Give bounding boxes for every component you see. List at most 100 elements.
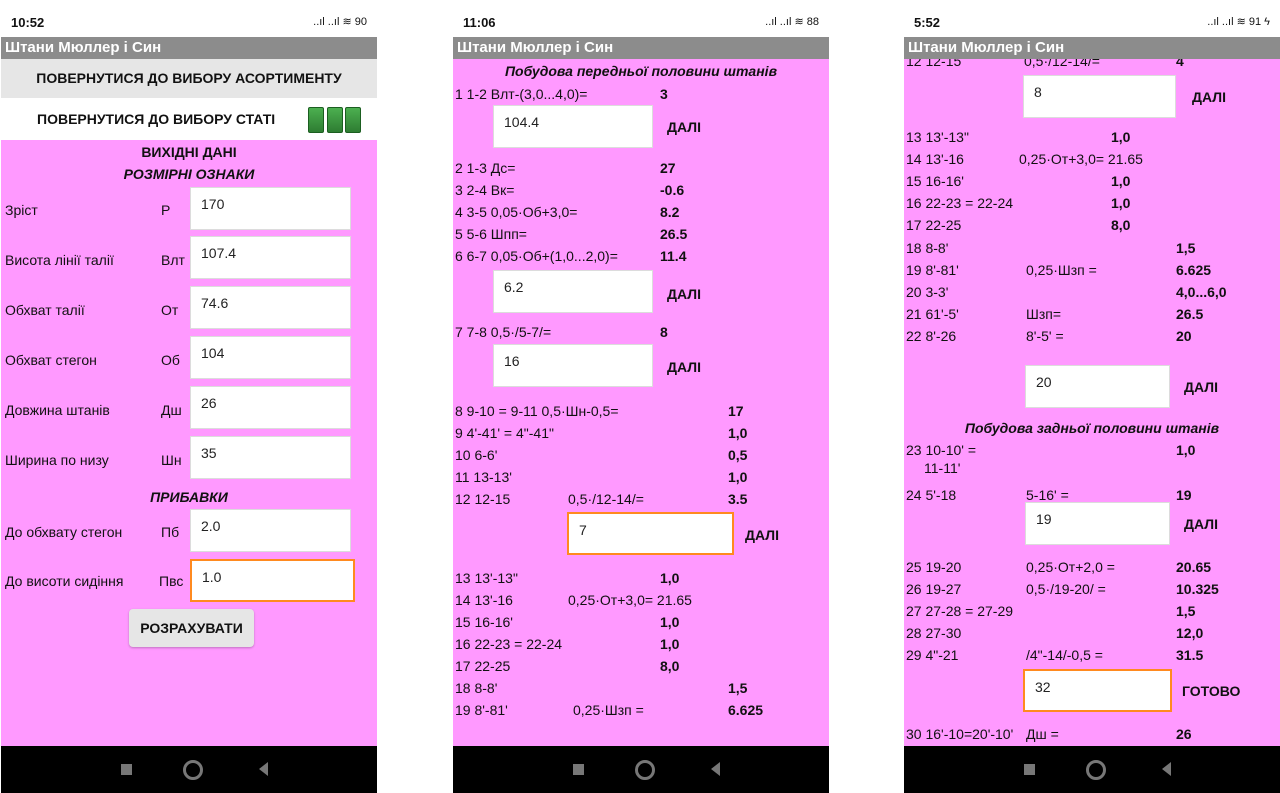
row-21-label: 21 61'-5' — [906, 306, 959, 322]
row-27-label: 27 27-28 = 27-29 — [906, 603, 1014, 619]
row-19-formula: 0,25·Шзп = — [1026, 262, 1097, 278]
row-6-label: 6 6-7 0,05·Об+(1,0...2,0)= — [455, 248, 618, 264]
front-heading: Побудова передньої половини штанів — [504, 63, 778, 79]
hips-input[interactable]: 104 — [190, 336, 351, 379]
next-button-4[interactable]: ДАЛІ — [745, 527, 779, 543]
status-bar: 5:52 ..ıl ..ıl ≋ 91 ϟ — [904, 8, 1280, 37]
home-icon[interactable] — [183, 760, 203, 780]
step-input-3[interactable]: 19 — [1025, 502, 1170, 545]
row-11-label: 11 13-13' — [455, 469, 512, 485]
row-7-value: 8 — [660, 324, 668, 340]
row-19-label: 19 8'-81' — [906, 262, 959, 278]
row-18-value: 1,5 — [1176, 240, 1196, 256]
field-label-hips: Обхват стегон — [5, 352, 97, 368]
row-12-label: 12 12-15 — [455, 491, 511, 507]
back-construction: 12 12-15 0,5·/12-14/= 4 8 ДАЛІ 13 13'-13… — [904, 59, 1280, 746]
row-14-label: 14 13'-16 — [455, 592, 513, 608]
row-21-value: 26.5 — [1176, 306, 1204, 322]
home-icon[interactable] — [1086, 760, 1106, 780]
phone-screen-back: 5:52 ..ıl ..ıl ≋ 91 ϟ Штани Мюллер і Син… — [904, 8, 1280, 793]
books-icon — [327, 107, 343, 133]
phone-screen-input: 10:52 ..ıl ..ıl ≋ 90 Штани Мюллер і Син … — [1, 8, 377, 793]
field-abbr-hip-allowance: Пб — [161, 524, 180, 540]
row-5-value: 26.5 — [660, 226, 688, 242]
home-icon[interactable] — [635, 760, 655, 780]
row-18-value: 1,5 — [728, 680, 748, 696]
recents-icon[interactable] — [121, 764, 132, 775]
row-1-value: 3 — [660, 86, 668, 102]
step-input-1[interactable]: 104.4 — [493, 105, 653, 148]
back-icon[interactable] — [711, 762, 720, 776]
bottom-width-input[interactable]: 35 — [190, 436, 351, 479]
row-17-label: 17 22-25 — [455, 658, 511, 674]
row-3-label: 3 2-4 Вк= — [455, 182, 515, 198]
row-16-label: 16 22-23 = 22-24 — [455, 636, 563, 652]
row-19-value: 6.625 — [728, 702, 764, 718]
field-abbr-hips: Об — [161, 352, 180, 368]
row-2-label: 2 1-3 Дс= — [455, 160, 516, 176]
step-input-4[interactable]: 7 — [567, 512, 734, 555]
row-10-value: 0,5 — [728, 447, 748, 463]
row-13-value: 1,0 — [1111, 129, 1131, 145]
section-dims-heading: РОЗМІРНІ ОЗНАКИ — [123, 166, 255, 182]
recents-icon[interactable] — [573, 764, 584, 775]
step-input-1[interactable]: 8 — [1023, 75, 1176, 118]
hip-allowance-input[interactable]: 2.0 — [190, 509, 351, 552]
next-button-1[interactable]: ДАЛІ — [667, 119, 701, 135]
row-17-value: 8,0 — [1111, 217, 1131, 233]
field-abbr-waist-height: Влт — [161, 252, 185, 268]
next-button-3[interactable]: ДАЛІ — [667, 359, 701, 375]
input-form: ПОВЕРНУТИСЯ ДО ВИБОРУ АСОРТИМЕНТУ ПОВЕРН… — [1, 59, 377, 746]
next-button-3[interactable]: ДАЛІ — [1184, 516, 1218, 532]
row-19-value: 6.625 — [1176, 262, 1212, 278]
row-22-value: 20 — [1176, 328, 1192, 344]
next-button-2[interactable]: ДАЛІ — [667, 286, 701, 302]
waist-height-input[interactable]: 107.4 — [190, 236, 351, 279]
step-input-2[interactable]: 20 — [1025, 365, 1170, 408]
done-button[interactable]: ГОТОВО — [1182, 683, 1240, 699]
status-icons: ..ıl ..ıl ≋ 91 ϟ — [1207, 16, 1270, 28]
field-label-seat-allowance: До висоти сидіння — [5, 573, 124, 589]
row-8-value: 17 — [728, 403, 744, 419]
row-9-value: 1,0 — [728, 425, 748, 441]
row-12-label: 12 12-15 — [906, 59, 962, 69]
row-29-formula: /4"-14/-0,5 = — [1026, 647, 1103, 663]
section-allowances-heading: ПРИБАВКИ — [150, 489, 228, 505]
row-17-label: 17 22-25 — [906, 217, 962, 233]
row-15-value: 1,0 — [1111, 173, 1131, 189]
nav-bar — [453, 746, 829, 793]
back-to-gender-button[interactable]: ПОВЕРНУТИСЯ ДО ВИБОРУ СТАТІ — [37, 111, 275, 127]
next-button-1[interactable]: ДАЛІ — [1192, 89, 1226, 105]
back-icon[interactable] — [1162, 762, 1171, 776]
field-abbr-length: Дш — [161, 402, 182, 418]
row-8-label: 8 9-10 = 9-11 0,5·Шн-0,5= — [455, 403, 619, 419]
status-time: 5:52 — [914, 15, 941, 30]
row-2-value: 27 — [660, 160, 676, 176]
row-22-label: 22 8'-26 — [906, 328, 957, 344]
row-4-value: 8.2 — [660, 204, 680, 220]
step-input-3[interactable]: 16 — [493, 344, 653, 387]
row-20-label: 20 3-3' — [906, 284, 949, 300]
back-icon[interactable] — [259, 762, 268, 776]
step-input-2[interactable]: 6.2 — [493, 270, 653, 313]
calculate-button[interactable]: РОЗРАХУВАТИ — [129, 609, 254, 647]
length-input[interactable]: 26 — [190, 386, 351, 429]
row-24-formula: 5-16' = — [1026, 487, 1069, 503]
recents-icon[interactable] — [1024, 764, 1035, 775]
row-14-formula: 0,25·От+3,0= 21.65 — [568, 592, 692, 608]
field-abbr-waist: От — [161, 302, 179, 318]
next-button-2[interactable]: ДАЛІ — [1184, 379, 1218, 395]
back-to-assortment-button[interactable]: ПОВЕРНУТИСЯ ДО ВИБОРУ АСОРТИМЕНТУ — [1, 59, 377, 98]
app-title: Штани Мюллер і Син — [1, 37, 377, 59]
step-input-4[interactable]: 32 — [1023, 669, 1172, 712]
row-6-value: 11.4 — [660, 248, 687, 264]
app-title: Штани Мюллер і Син — [453, 37, 829, 59]
status-time: 10:52 — [11, 15, 45, 30]
height-input[interactable]: 170 — [190, 187, 351, 230]
seat-allowance-input[interactable]: 1.0 — [190, 559, 355, 602]
row-16-value: 1,0 — [660, 636, 680, 652]
waist-input[interactable]: 74.6 — [190, 286, 351, 329]
row-13-label: 13 13'-13" — [906, 129, 969, 145]
row-16-label: 16 22-23 = 22-24 — [906, 195, 1014, 211]
status-bar: 11:06 ..ıl ..ıl ≋ 88 — [453, 8, 829, 37]
